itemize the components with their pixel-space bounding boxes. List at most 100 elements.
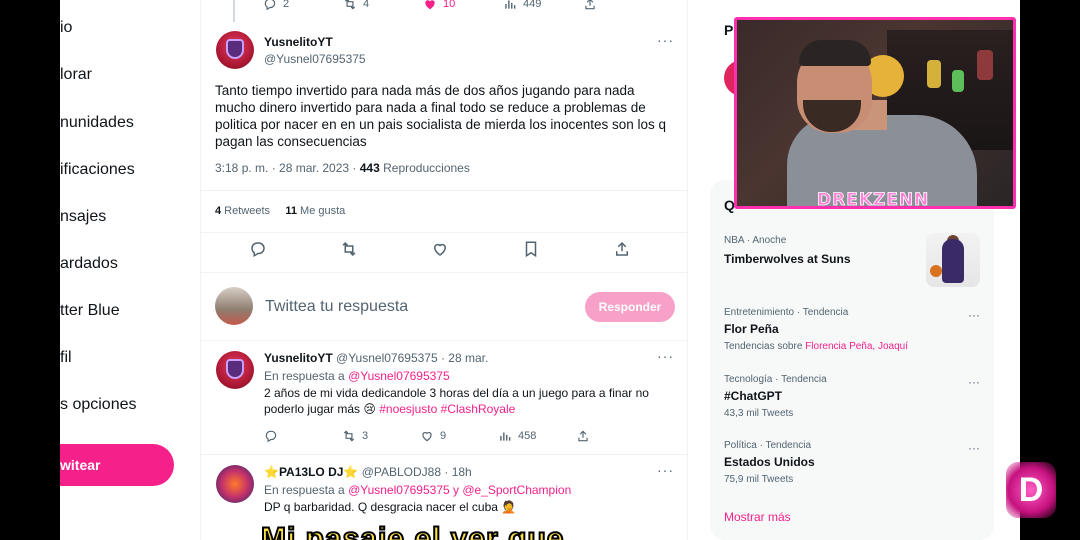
figurine: [952, 70, 964, 92]
author-handle[interactable]: @Yusnel07695375 · 28 mar.: [336, 351, 488, 365]
heart-icon: [422, 432, 432, 442]
avatar[interactable]: [216, 31, 254, 69]
likes-stat[interactable]: 11 Me gusta: [285, 205, 345, 217]
author-handle[interactable]: @Yusnel07695375: [264, 52, 366, 66]
reply-action-bar: 3 9 458: [264, 429, 654, 443]
more-options-icon[interactable]: ···: [657, 32, 674, 48]
more-options-icon[interactable]: ···: [657, 462, 674, 478]
views-action[interactable]: 458: [498, 429, 576, 443]
channel-watermark-icon: D: [1006, 462, 1056, 518]
avatar[interactable]: [216, 465, 254, 503]
nav-item-profile[interactable]: fil: [60, 349, 72, 367]
like-action[interactable]: 9: [420, 429, 498, 443]
divider: [201, 232, 687, 233]
hashtag-link[interactable]: #noesjusto #ClashRoyale: [379, 402, 515, 416]
nav-item-communities[interactable]: nunidades: [60, 114, 134, 132]
share-action[interactable]: [576, 429, 654, 443]
author-name[interactable]: ⭐PA13LO DJ⭐: [264, 465, 358, 479]
views-label: Reproducciones: [379, 161, 470, 175]
views-count: 449: [523, 0, 542, 10]
views-count: 443: [359, 161, 380, 175]
retweet-action[interactable]: 3: [342, 429, 420, 443]
trend-item[interactable]: Política · Tendencia Estados Unidos 75,9…: [724, 440, 980, 485]
clash-emblem-icon: [226, 359, 244, 379]
streamer-hair: [799, 40, 871, 66]
avatar[interactable]: [216, 351, 254, 389]
share-button[interactable]: [613, 240, 704, 258]
share-icon: [585, 0, 595, 10]
retweets-stat[interactable]: 4 Retweets: [215, 205, 270, 217]
reply-action[interactable]: 2: [263, 0, 343, 11]
trend-subtitle: Tendencias sobre: [724, 341, 806, 352]
tweet-stats: 4 Retweets 11 Me gusta: [215, 205, 345, 217]
nav-item-messages[interactable]: nsajes: [60, 208, 106, 226]
section-header: P: [724, 22, 734, 38]
divider: [201, 272, 687, 273]
reply-icon: [251, 242, 265, 258]
views-action[interactable]: 449: [503, 0, 583, 11]
timeline-column: 2 4 10 449 YusnelitoYT @Yusnel07695375 ·…: [200, 0, 688, 540]
nav-item-more-options[interactable]: s opciones: [60, 396, 137, 414]
divider: [201, 454, 687, 455]
trend-title: Estados Unidos: [724, 455, 815, 469]
reply-icon: [265, 430, 277, 443]
trend-related-link[interactable]: Florencia Peña, Joaquí: [805, 341, 908, 352]
nav-item-bookmarks[interactable]: ardados: [60, 255, 118, 273]
streamer-logo: DREKZENN: [817, 190, 930, 209]
like-button[interactable]: [431, 240, 522, 258]
author-handle[interactable]: @PABLODJ88 · 18h: [362, 465, 472, 479]
sidebar-nav: io lorar nunidades ificaciones nsajes ar…: [60, 0, 200, 540]
author-name[interactable]: YusnelitoYT: [264, 35, 366, 49]
nav-item-twitter-blue[interactable]: tter Blue: [60, 302, 120, 320]
previous-tweet-actions: 2 4 10 449: [263, 0, 663, 11]
figurine: [977, 50, 993, 80]
in-reply-label: En respuesta a: [264, 369, 349, 383]
trend-category: Entretenimiento · Tendencia: [724, 307, 849, 318]
trend-item[interactable]: Tecnología · Tendencia #ChatGPT 43,3 mil…: [724, 374, 980, 419]
author-name[interactable]: YusnelitoYT: [264, 351, 333, 365]
like-count: 9: [440, 430, 447, 442]
mention-link[interactable]: @Yusnel07695375: [348, 369, 450, 383]
more-options-icon[interactable]: ···: [968, 441, 980, 455]
nav-item-home[interactable]: io: [60, 19, 72, 37]
retweet-icon: [343, 430, 355, 442]
figurine: [927, 60, 941, 88]
trend-category: Tecnología · Tendencia: [724, 374, 827, 385]
retweet-button[interactable]: [340, 240, 431, 258]
reply-button[interactable]: [249, 240, 340, 258]
more-options-icon[interactable]: ···: [968, 375, 980, 389]
tweet-button[interactable]: witear: [60, 444, 174, 486]
reply-action[interactable]: [264, 429, 342, 443]
divider: [201, 190, 687, 191]
reply-submit-button[interactable]: Responder: [585, 292, 675, 322]
share-action[interactable]: [583, 0, 663, 11]
share-icon: [616, 241, 628, 256]
reply-composer: Twittea tu respuesta Responder: [215, 284, 675, 328]
reply-input[interactable]: Twittea tu respuesta: [265, 298, 408, 316]
nav-item-explore[interactable]: lorar: [60, 66, 92, 84]
in-reply-label: En respuesta a: [264, 483, 349, 497]
thread-line: [233, 0, 235, 22]
tweet-author: YusnelitoYT @Yusnel07695375: [264, 35, 366, 66]
more-options-icon[interactable]: ···: [657, 348, 674, 364]
trend-subtitle: 75,9 mil Tweets: [724, 474, 794, 485]
share-icon: [578, 430, 588, 442]
mention-link[interactable]: @Yusnel07695375 y @e_SportChampion: [348, 483, 571, 497]
retweet-action[interactable]: 4: [343, 0, 423, 11]
tweet-meta: 3:18 p. m. · 28 mar. 2023 · 443 Reproduc…: [215, 161, 470, 175]
trend-title: #ChatGPT: [724, 389, 783, 403]
trend-item[interactable]: Entretenimiento · Tendencia Flor Peña Te…: [724, 307, 980, 352]
heart-icon: [433, 243, 447, 256]
show-more-link[interactable]: Mostrar más: [724, 510, 791, 524]
likes-label: Me gusta: [296, 205, 346, 217]
retweet-icon: [342, 241, 356, 257]
reply-tweet: ⭐PA13LO DJ⭐ @PABLODJ88 · 18h En respuest…: [264, 465, 664, 515]
trend-subtitle: 43,3 mil Tweets: [724, 408, 794, 419]
nav-item-notifications[interactable]: ificaciones: [60, 161, 135, 179]
avatar[interactable]: [215, 287, 253, 325]
bookmark-button[interactable]: [522, 240, 613, 258]
tweet-timestamp[interactable]: 3:18 p. m. · 28 mar. 2023 ·: [215, 161, 360, 175]
more-options-icon[interactable]: ···: [968, 308, 980, 322]
like-action[interactable]: 10: [423, 0, 503, 11]
views-count: 458: [518, 430, 537, 442]
